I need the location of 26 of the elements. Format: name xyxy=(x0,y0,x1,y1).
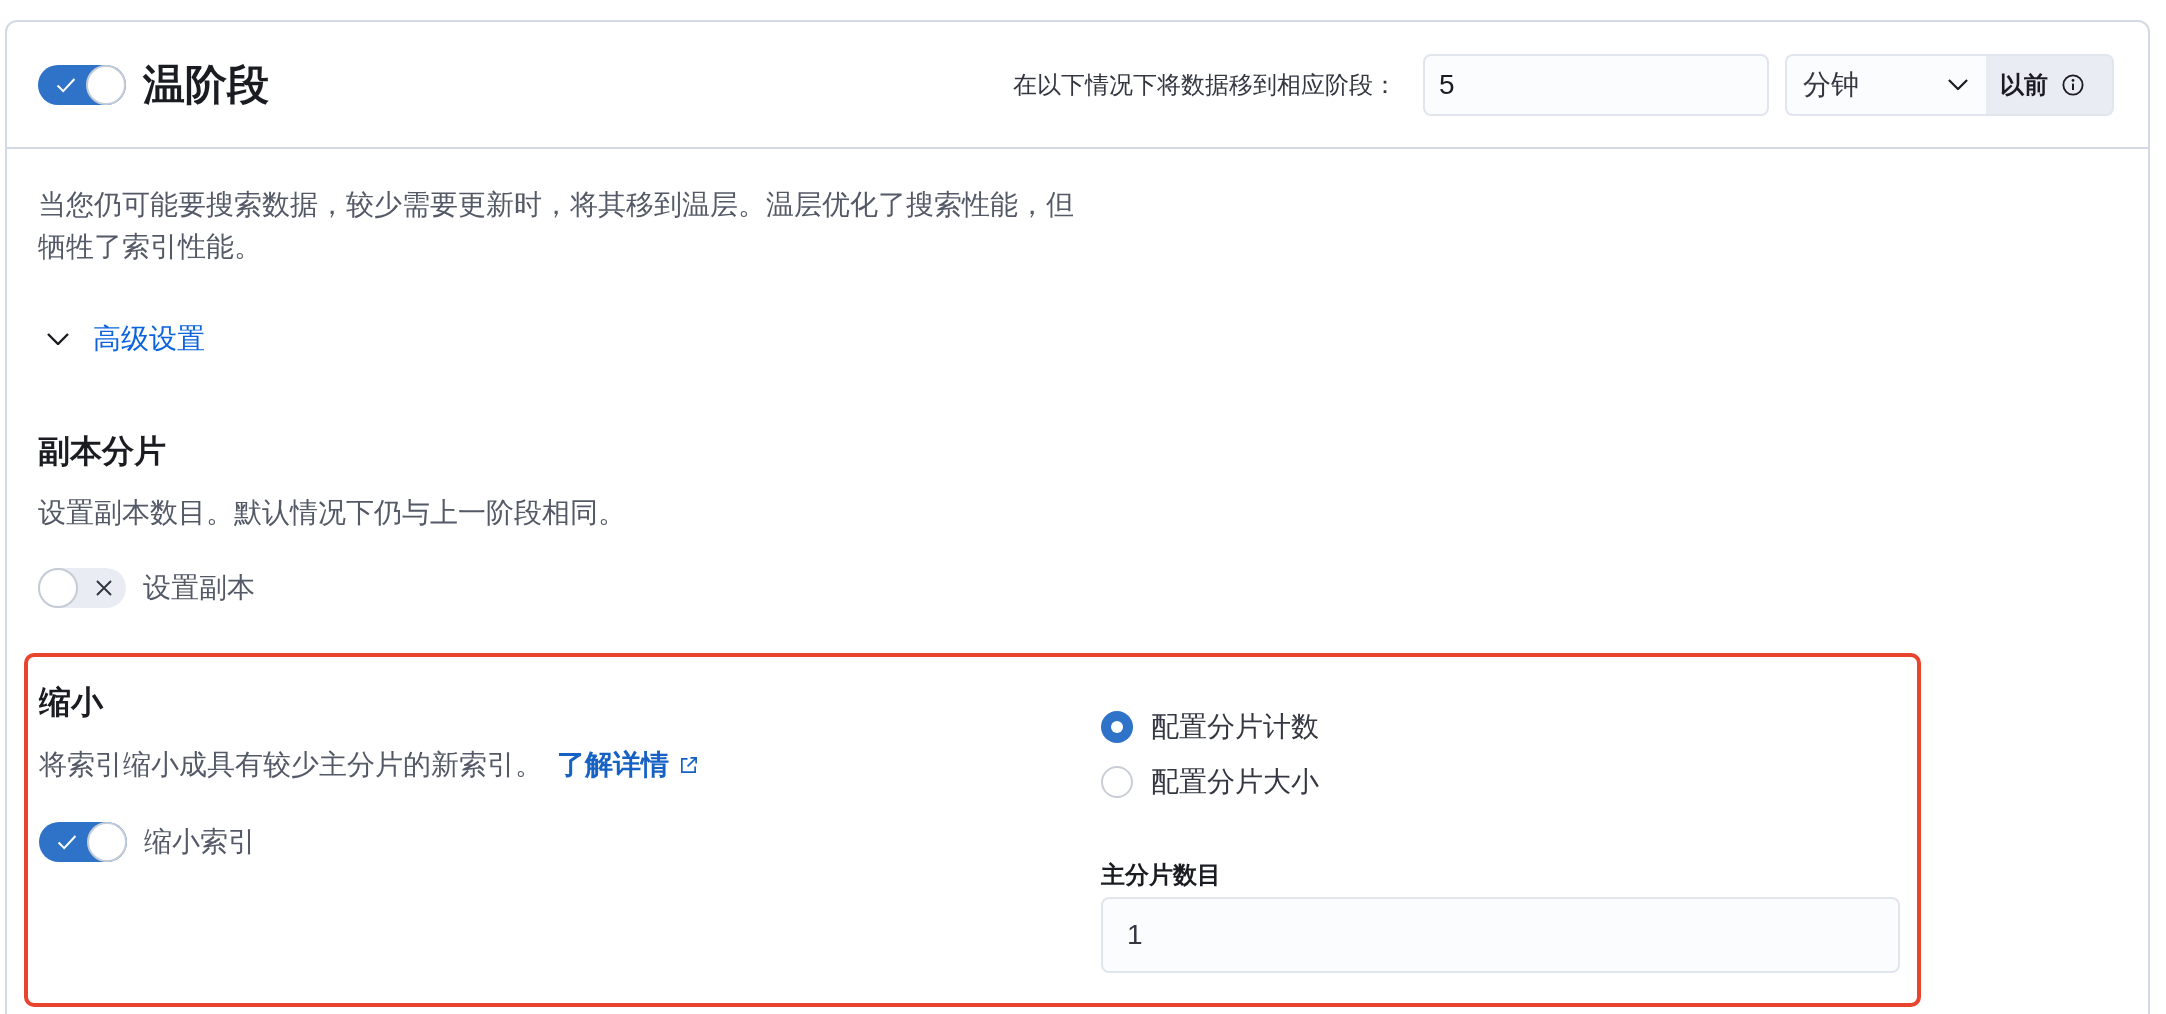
check-icon xyxy=(56,77,76,93)
radio-label: 配置分片大小 xyxy=(1151,765,1319,799)
toggle-switch[interactable] xyxy=(39,822,127,862)
timing-label: 在以下情况下将数据移到相应阶段： xyxy=(1013,69,1397,100)
phase-description: 当您仍可能要搜索数据，较少需要更新时，将其移到温层。温层优化了搜索性能，但牺牲了索引性能。 xyxy=(38,188,1075,264)
advanced-settings-toggle[interactable]: 高级设置 xyxy=(38,318,205,360)
phase-title: 温阶段 xyxy=(143,59,269,110)
toggle-label: 缩小索引 xyxy=(144,825,256,859)
replicas-description: 设置副本数目。默认情况下仍与上一阶段相同。 xyxy=(38,496,627,530)
radio-button[interactable] xyxy=(1101,766,1133,798)
external-link-icon xyxy=(679,755,698,775)
toggle-switch[interactable] xyxy=(38,64,126,105)
min-age-input[interactable]: 5 xyxy=(1423,53,1769,116)
check-icon xyxy=(57,835,77,850)
toggle-switch[interactable] xyxy=(38,568,126,608)
chevron-down-icon xyxy=(47,333,69,345)
field-label: 主分片数目 xyxy=(1101,860,1222,890)
learn-more-link[interactable]: 了解详情 xyxy=(557,744,698,786)
radio-button[interactable] xyxy=(1101,711,1133,743)
shrink-heading: 缩小 xyxy=(39,683,105,722)
x-icon xyxy=(96,580,112,596)
radio-label: 配置分片计数 xyxy=(1151,710,1319,744)
shard-count-input[interactable]: 1 xyxy=(1101,897,1900,973)
replicas-heading: 副本分片 xyxy=(38,432,167,471)
shrink-description: 将索引缩小成具有较少主分片的新索引。 xyxy=(39,748,543,782)
toggle-label: 设置副本 xyxy=(143,571,255,605)
